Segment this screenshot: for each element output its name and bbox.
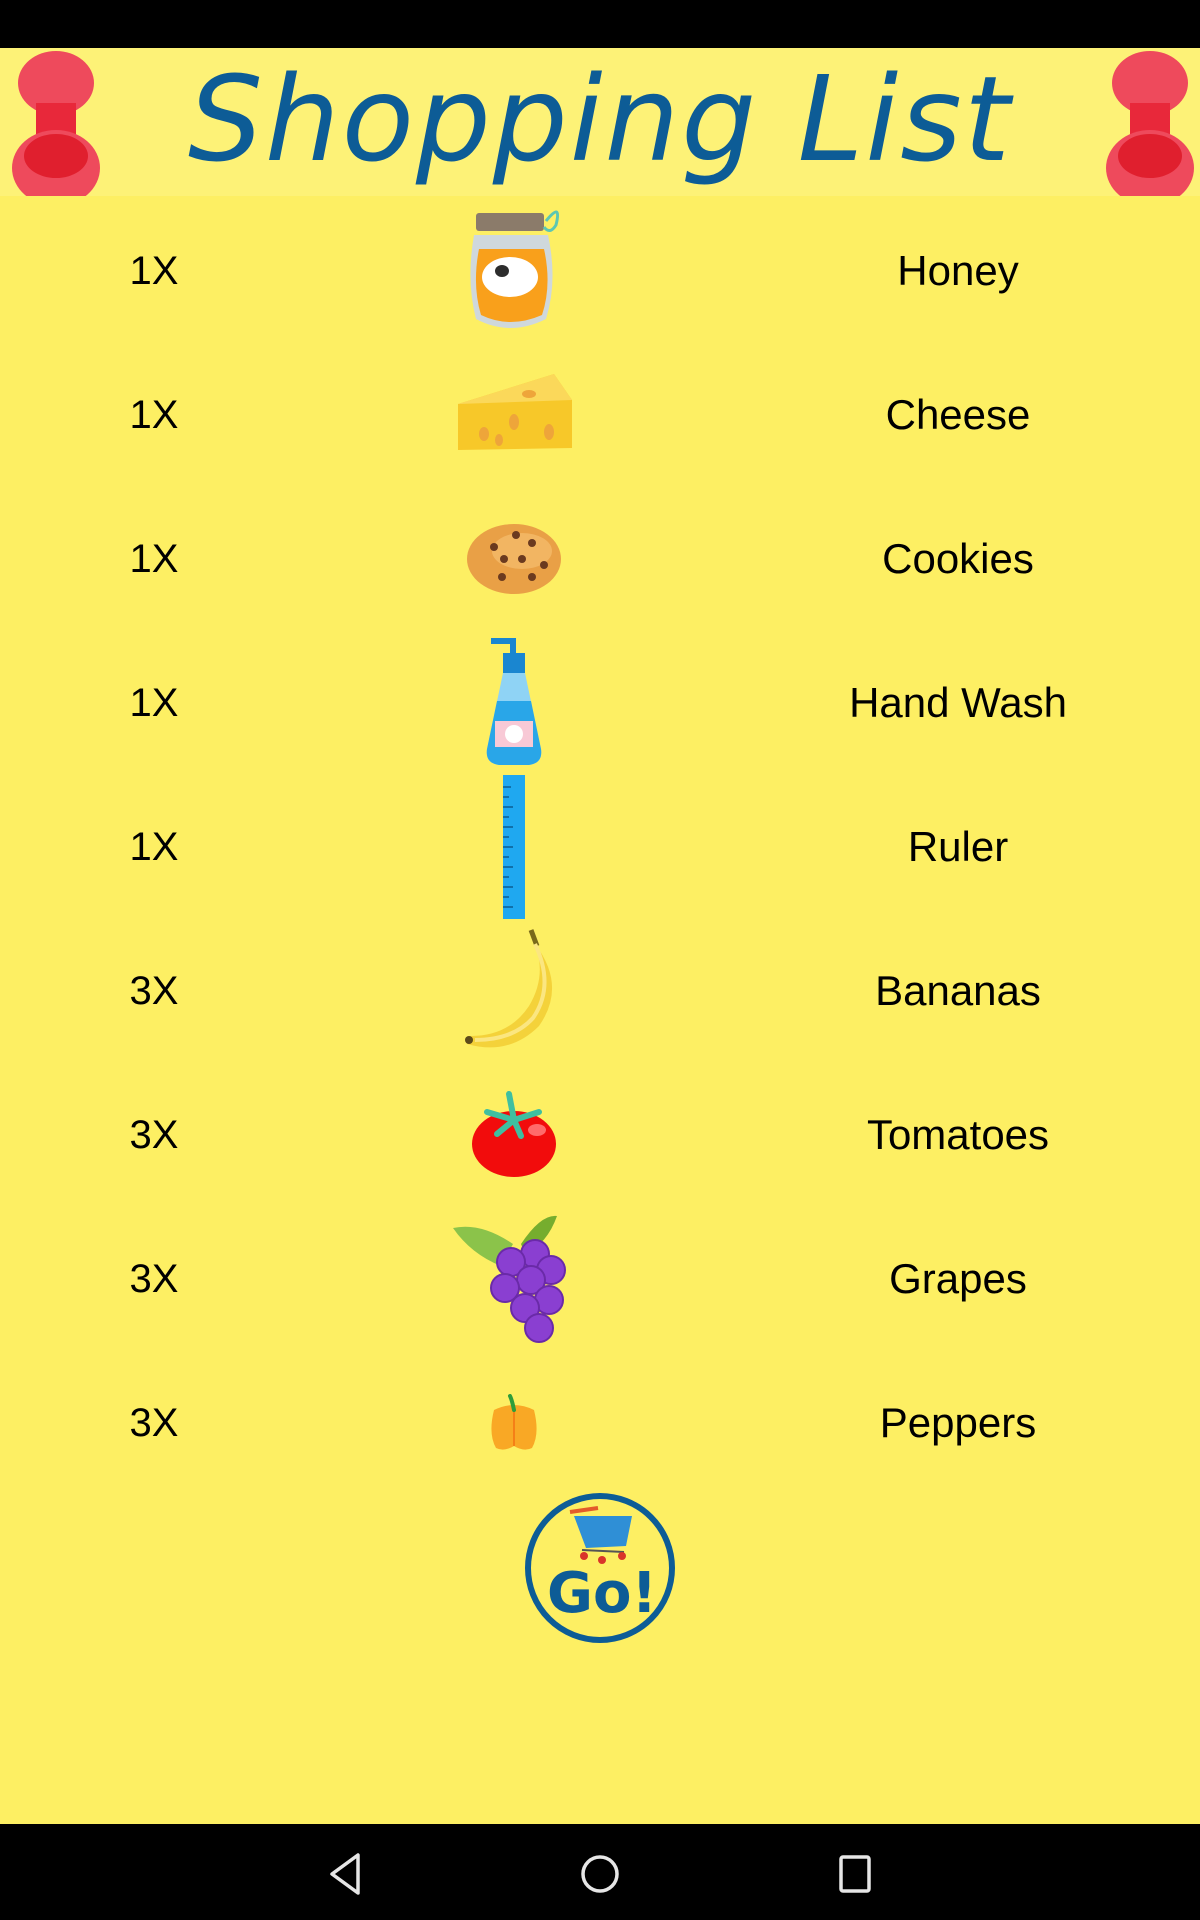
item-quantity: 1X <box>129 537 179 581</box>
item-name: Bananas <box>875 967 1041 1014</box>
item-name: Tomatoes <box>866 1111 1050 1158</box>
list-item[interactable]: 3X Tomatoes <box>0 1063 1200 1207</box>
go-button[interactable]: Go! <box>522 1490 678 1646</box>
page-title: Shopping List <box>188 50 1012 188</box>
item-name: Honey <box>897 247 1019 294</box>
tomato-icon <box>444 1063 584 1207</box>
shopping-cart-icon <box>569 1506 632 1564</box>
list-item[interactable]: 3X Grapes <box>0 1207 1200 1351</box>
honey-jar-icon <box>444 199 584 343</box>
home-icon <box>581 1855 619 1893</box>
item-name: Grapes <box>889 1255 1027 1302</box>
hand-wash-icon <box>444 631 584 775</box>
list-item[interactable]: 1X Honey <box>0 199 1200 343</box>
recents-icon <box>839 1855 871 1893</box>
item-name: Ruler <box>907 823 1009 870</box>
grapes-icon <box>444 1207 584 1351</box>
item-name: Peppers <box>879 1399 1037 1446</box>
back-button[interactable] <box>316 1846 376 1902</box>
go-button-label: Go! <box>547 1561 657 1626</box>
ruler-icon <box>444 775 584 919</box>
item-name: Hand Wash <box>849 679 1067 726</box>
list-item[interactable]: 3X Bananas <box>0 919 1200 1063</box>
item-quantity: 3X <box>129 969 179 1013</box>
item-quantity: 1X <box>129 249 179 293</box>
back-icon <box>330 1853 360 1895</box>
banana-icon <box>444 919 584 1063</box>
item-quantity: 3X <box>129 1113 179 1157</box>
recents-button[interactable] <box>825 1846 885 1902</box>
item-name: Cheese <box>885 391 1031 438</box>
item-quantity: 3X <box>129 1401 179 1445</box>
item-quantity: 1X <box>129 393 179 437</box>
list-item[interactable]: 1X Cookies <box>0 487 1200 631</box>
pepper-icon <box>444 1351 584 1495</box>
home-button[interactable] <box>570 1846 630 1902</box>
list-item[interactable]: 1X Hand Wash <box>0 631 1200 775</box>
cheese-icon <box>444 343 584 487</box>
item-quantity: 3X <box>129 1257 179 1301</box>
list-item[interactable]: 3X Peppers <box>0 1351 1200 1495</box>
item-quantity: 1X <box>129 825 179 869</box>
item-quantity: 1X <box>129 681 179 725</box>
item-name: Cookies <box>882 535 1034 582</box>
navigation-bar <box>0 1824 1200 1920</box>
list-item[interactable]: 1X Ruler <box>0 775 1200 919</box>
cookie-icon <box>444 487 584 631</box>
list-item[interactable]: 1X Cheese <box>0 343 1200 487</box>
status-bar <box>0 0 1200 48</box>
